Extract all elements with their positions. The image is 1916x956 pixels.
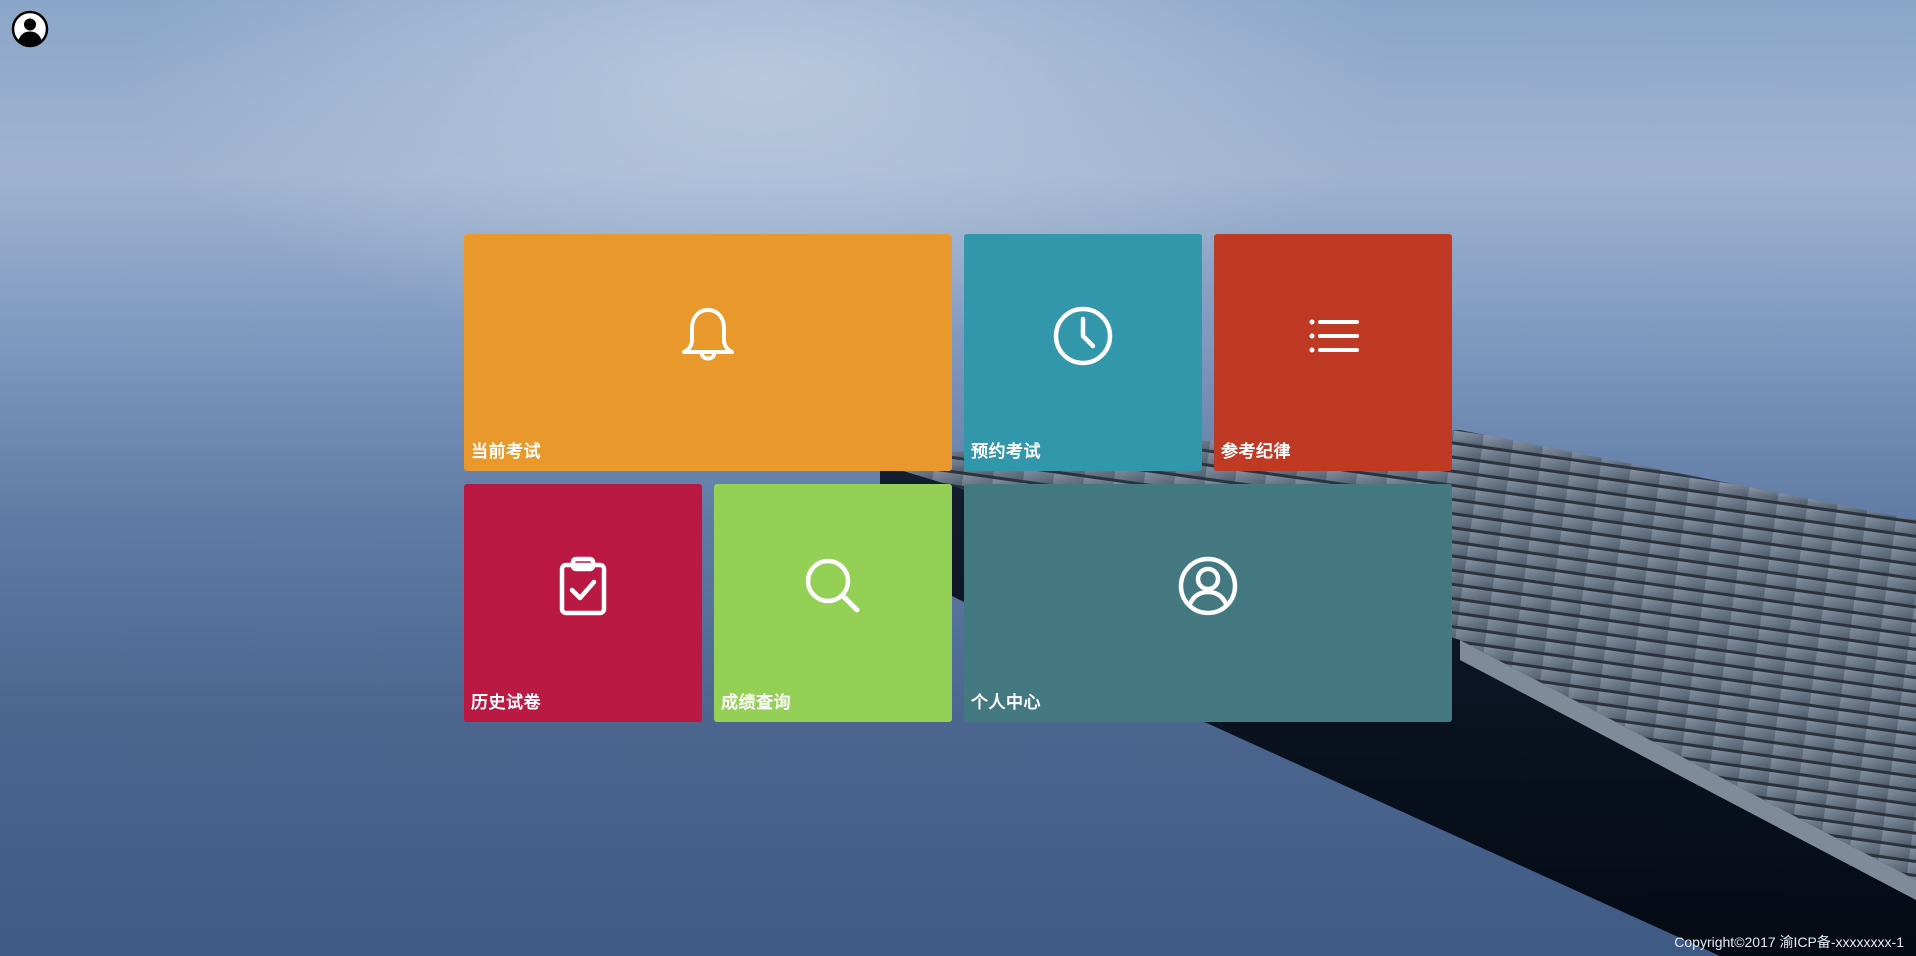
tile-book-exam-label: 预约考试 bbox=[971, 442, 1041, 462]
user-circle-icon bbox=[11, 10, 49, 48]
clock-icon bbox=[1053, 306, 1113, 366]
tile-profile[interactable]: 个人中心 bbox=[964, 484, 1452, 722]
tile-score-query[interactable]: 成绩查询 bbox=[714, 484, 952, 722]
list-icon bbox=[1309, 319, 1359, 353]
tile-score-query-label: 成绩查询 bbox=[721, 693, 791, 713]
tile-history-papers-label: 历史试卷 bbox=[471, 693, 541, 713]
tile-book-exam[interactable]: 预约考试 bbox=[964, 234, 1202, 471]
user-circle-icon bbox=[1178, 556, 1238, 616]
bell-icon bbox=[682, 308, 734, 361]
tile-history-papers[interactable]: 历史试卷 bbox=[464, 484, 702, 722]
footer-copyright: Copyright©2017 渝ICP备-xxxxxxxx-1 bbox=[1674, 934, 1904, 950]
tile-exam-rules[interactable]: 参考纪律 bbox=[1214, 234, 1452, 471]
tile-exam-rules-label: 参考纪律 bbox=[1221, 442, 1291, 462]
tile-current-exam-label: 当前考试 bbox=[471, 442, 541, 462]
tile-profile-label: 个人中心 bbox=[971, 693, 1041, 713]
account-button[interactable] bbox=[11, 10, 49, 48]
search-icon bbox=[805, 558, 860, 613]
clipboard-check-icon bbox=[559, 556, 607, 616]
tile-current-exam[interactable]: 当前考试 bbox=[464, 234, 952, 471]
menu-grid: 当前考试 预约考试 参考纪律 历史试卷 成绩查询 个人中心 bbox=[464, 234, 1452, 722]
